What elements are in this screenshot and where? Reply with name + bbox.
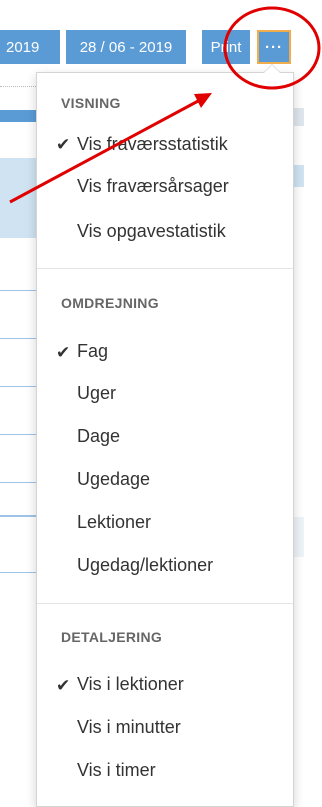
annotation-arrow-line bbox=[9, 98, 201, 204]
annotation-circle bbox=[223, 6, 321, 90]
annotation-overlay bbox=[9, 6, 321, 204]
